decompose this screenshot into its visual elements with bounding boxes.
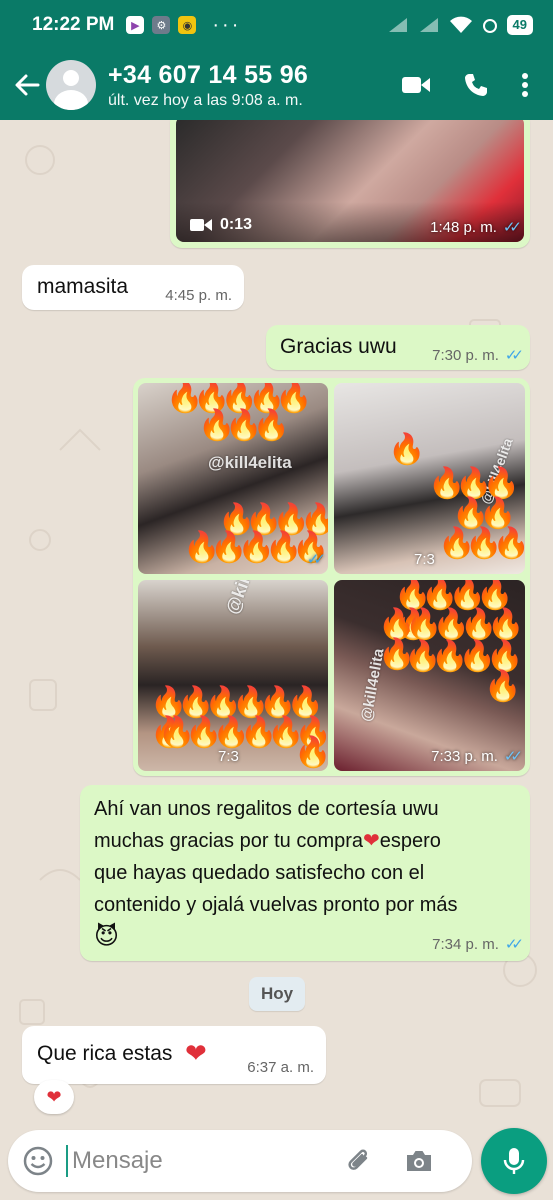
alarm-icon [482,19,497,33]
date-separator: Hoy [249,977,305,1011]
emoji-button[interactable] [22,1145,54,1177]
attach-icon[interactable] [344,1146,374,1176]
album-photo-4[interactable]: @kill4elita 🔥🔥🔥🔥🔥 🔥🔥🔥🔥🔥🔥 🔥🔥🔥🔥 🔥 7:33 p. … [334,580,525,771]
video-call-icon[interactable] [401,74,431,96]
message-text: Que rica estas [37,1042,173,1065]
message-time: 6:37 a. m. [247,1059,314,1076]
photo-album-message[interactable]: @kill4elita 🔥🔥🔥🔥🔥 🔥🔥🔥 🔥🔥🔥🔥 🔥🔥🔥🔥🔥 ✓✓ @kil… [133,378,530,776]
top-app-bar: 12:22 PM ▶ ⚙ ◉ ··· 49 +34 607 14 55 96 ú… [0,0,553,120]
avatar[interactable] [46,60,96,110]
status-time: 12:22 PM [32,14,115,35]
red-heart-emoji: ❤ [363,830,380,852]
fire-emoji: 🔥🔥🔥 [438,527,525,560]
outgoing-message-long[interactable]: Ahí van unos regalitos de cortesía uwu m… [80,785,530,961]
fire-emoji: 🔥 [484,670,521,703]
fire-emoji: 🔥🔥🔥🔥🔥 [183,531,328,564]
message-time: 7:30 p. m. ✓✓ [432,346,524,365]
back-arrow-icon [15,74,40,96]
video-duration: 0:13 [220,216,253,233]
back-button[interactable] [8,65,46,105]
album-photo-2[interactable]: @kill4elita 🔥 🔥🔥🔥 🔥🔥 🔥🔥🔥 7:3 [334,383,525,574]
red-heart-emoji: ❤ [185,1038,207,1068]
emoji-icon [23,1146,53,1176]
double-check-icon: ✓✓ [504,347,524,364]
more-vert-icon[interactable] [521,72,529,98]
contact-info[interactable]: +34 607 14 55 96 últ. vez hoy a las 9:08… [108,61,401,110]
voice-record-button[interactable] [481,1128,547,1194]
video-icon [190,219,212,231]
message-composer [8,1130,472,1192]
play-store-icon: ▶ [126,16,145,34]
incoming-message[interactable]: mamasita 4:45 p. m. [22,265,244,310]
fire-emoji: 🔥🔥🔥🔥 [404,640,523,673]
incoming-message[interactable]: Que rica estas ❤ 6:37 a. m. [22,1026,326,1084]
last-seen: últ. vez hoy a las 9:08 a. m. [108,91,303,109]
video-message[interactable]: 0:13 1:48 p. m. ✓✓ [170,120,530,248]
video-time: 1:48 p. m. ✓✓ [430,218,522,237]
app-notif-icon: ◉ [178,16,197,34]
more-notifs-icon: ··· [212,13,242,36]
status-bar: 12:22 PM ▶ ⚙ ◉ ··· 49 [0,0,553,50]
fire-emoji: 🔥 [388,433,425,466]
message-time: 4:45 p. m. [165,287,232,304]
contact-name: +34 607 14 55 96 [108,60,309,89]
message-time: 7:34 p. m. ✓✓ [432,935,524,954]
fire-emoji: 🔥🔥🔥 [198,409,290,442]
message-input[interactable] [66,1145,326,1177]
signal2-icon [419,18,438,32]
camera-icon[interactable] [404,1148,434,1174]
album-photo-1[interactable]: @kill4elita 🔥🔥🔥🔥🔥 🔥🔥🔥 🔥🔥🔥🔥 🔥🔥🔥🔥🔥 ✓✓ [138,383,328,574]
message-text: Gracias uwu [280,335,397,358]
photo-watermark: @kill4elita [222,580,272,617]
phone-icon[interactable] [463,72,489,98]
photo-time: 7:3 [218,748,239,765]
photo-watermark: @kill4elita [208,453,292,472]
battery-level: 49 [506,15,533,35]
video-thumbnail[interactable]: 0:13 1:48 p. m. ✓✓ [176,120,524,242]
settings-notif-icon: ⚙ [152,16,171,34]
double-check-icon: ✓✓ [502,219,522,236]
chat-header[interactable]: +34 607 14 55 96 últ. vez hoy a las 9:08… [0,50,553,120]
signal-icon [388,18,407,32]
photo-time: ✓✓ [306,551,326,568]
message-reaction[interactable]: ❤ [34,1080,74,1114]
double-check-icon: ✓✓ [503,748,523,765]
fire-emoji: 🔥 [294,736,328,769]
double-check-icon: ✓✓ [504,936,524,953]
mic-icon [503,1148,525,1174]
message-text: Ahí van unos regalitos de cortesía uwu m… [94,793,519,953]
wifi-icon [449,16,472,33]
album-photo-3[interactable]: @kill4elita 🔥🔥🔥🔥🔥🔥🔥 🔥🔥🔥🔥🔥🔥 🔥 7:3 [138,580,328,771]
photo-time: 7:3 [414,551,435,568]
photo-time: 7:33 p. m. ✓✓ [431,747,523,766]
chat-area[interactable]: 0:13 1:48 p. m. ✓✓ mamasita 4:45 p. m. G… [0,120,553,1125]
outgoing-message[interactable]: Gracias uwu 7:30 p. m. ✓✓ [266,325,530,370]
message-text: mamasita [37,275,129,298]
fire-emoji: 🔥🔥🔥 [428,467,520,500]
fire-emoji: 🔥🔥 [452,497,517,530]
